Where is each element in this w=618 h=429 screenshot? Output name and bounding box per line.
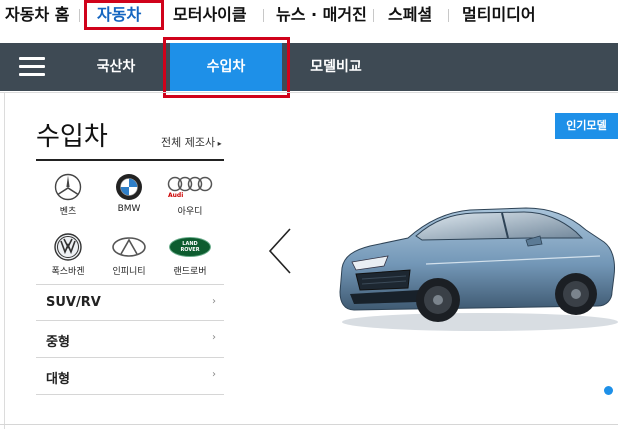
category-label: 대형 (46, 372, 70, 387)
audi-logo-text: Audi (168, 191, 184, 199)
nav-separator (79, 9, 80, 22)
audi-logo: Audi (162, 172, 218, 202)
all-makers-label: 전체 제조사 (161, 136, 216, 149)
category-midsize[interactable]: 중형 › (36, 321, 224, 358)
chevron-left-icon[interactable] (266, 226, 294, 276)
brand-name: 랜드로버 (173, 267, 207, 277)
tab-model-compare[interactable]: 모델비교 (286, 43, 386, 91)
chevron-right-icon: › (212, 296, 216, 307)
nav-separator (263, 9, 264, 22)
brand-benz[interactable]: 벤츠 (40, 172, 96, 217)
chevron-right-icon: › (212, 369, 216, 380)
mercedes-benz-logo (40, 172, 96, 202)
category-suv-rv[interactable]: SUV/RV › (36, 284, 224, 321)
brand-land-rover[interactable]: LAND ROVER 랜드로버 (162, 232, 218, 277)
divider (4, 92, 5, 429)
popular-models-button[interactable]: 인기모델 (555, 113, 618, 139)
nav-item-motorcycle[interactable]: 모터사이클 (173, 4, 247, 26)
brand-name: BMW (117, 204, 141, 214)
nav-item-special[interactable]: 스페셜 (388, 4, 432, 26)
divider (0, 424, 618, 425)
category-label: SUV/RV (46, 295, 101, 310)
tab-domestic[interactable]: 국산차 (66, 43, 166, 91)
highlight-box-car (84, 0, 164, 30)
title-underline (36, 159, 224, 161)
nav-separator (448, 9, 449, 22)
all-makers-link[interactable]: 전체 제조사 ▸ (161, 134, 222, 150)
divider (0, 92, 618, 93)
brand-name: 아우디 (177, 207, 203, 217)
nav-item-multimedia[interactable]: 멀티미디어 (462, 4, 536, 26)
highlight-box-imported (163, 37, 290, 98)
chevron-right-icon: › (212, 332, 216, 343)
brand-bmw[interactable]: BMW (101, 172, 157, 214)
land-rover-logo: LAND ROVER (162, 232, 218, 262)
brand-name: 폭스바겐 (51, 267, 85, 277)
category-label: 중형 (46, 335, 70, 350)
car-photo[interactable] (330, 176, 618, 336)
nav-item-car-home[interactable]: 자동차 홈 (5, 4, 69, 26)
volkswagen-logo (40, 232, 96, 262)
sub-nav-bar: 국산차 수입차 모델비교 (0, 43, 618, 91)
nav-separator (373, 9, 374, 22)
infiniti-logo (101, 232, 157, 262)
hamburger-icon[interactable] (19, 57, 45, 77)
category-large[interactable]: 대형 › (36, 358, 224, 395)
nav-item-news-magazine[interactable]: 뉴스 · 매거진 (276, 4, 367, 26)
land-rover-logo-text: LAND ROVER (180, 241, 200, 253)
caret-right-icon: ▸ (215, 139, 222, 148)
brand-name: 인피니티 (112, 267, 146, 277)
panel-title: 수입차 (36, 122, 108, 152)
brand-name: 벤츠 (59, 207, 77, 217)
brand-infiniti[interactable]: 인피니티 (101, 232, 157, 277)
brand-audi[interactable]: Audi 아우디 (162, 172, 218, 217)
bmw-logo (101, 172, 157, 202)
carousel-indicator-dot[interactable] (604, 386, 613, 395)
brand-volkswagen[interactable]: 폭스바겐 (40, 232, 96, 277)
